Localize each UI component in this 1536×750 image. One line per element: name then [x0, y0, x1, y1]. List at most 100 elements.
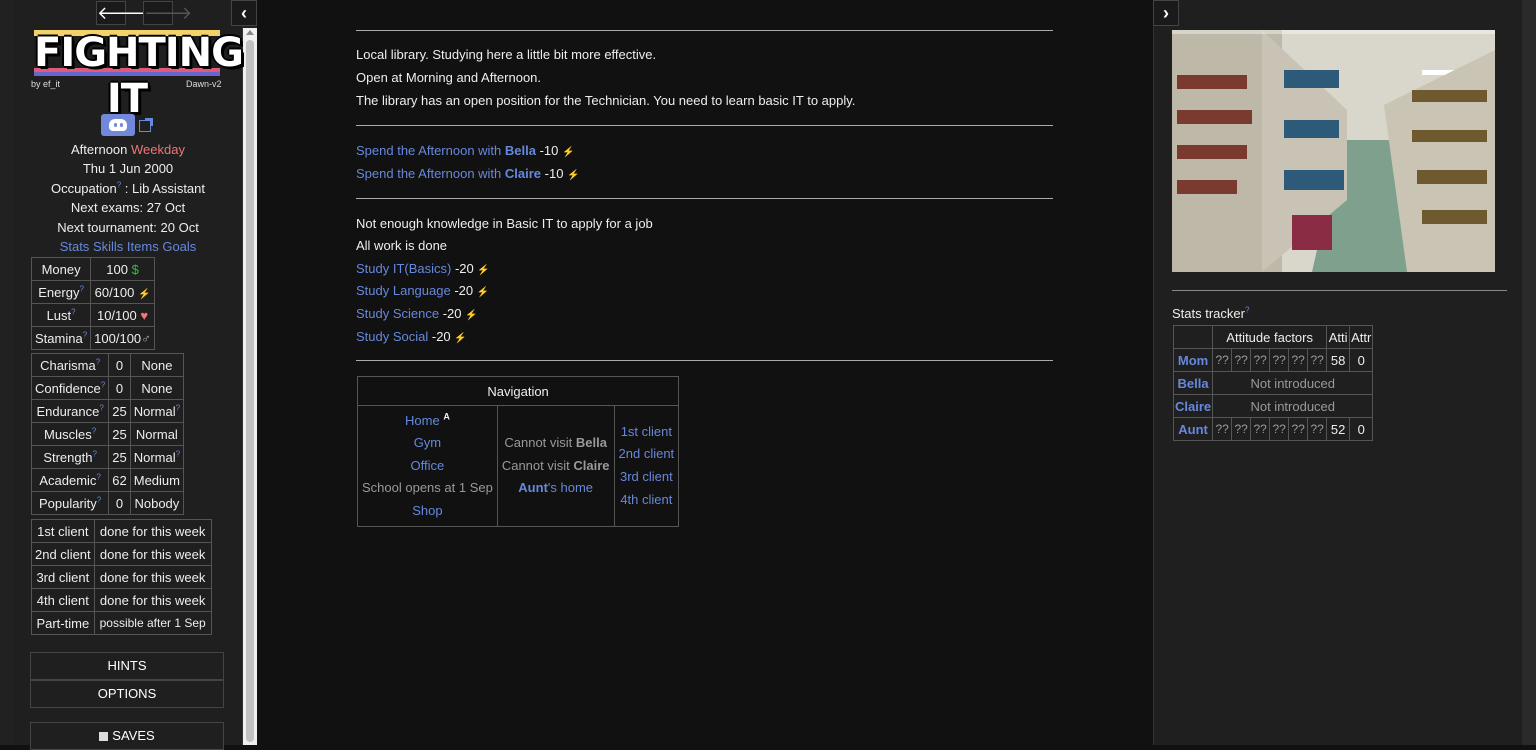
stat-muscles: Muscles? 25 Normal: [30, 422, 185, 446]
help-link[interactable]: ?: [92, 426, 96, 435]
next-tournament: Next tournament: 20 Oct: [57, 220, 199, 235]
current-date: Thu 1 Jun 2000: [82, 161, 174, 176]
resource-energy: Energy? 60/100 ⚡: [30, 280, 155, 304]
claire-link[interactable]: Claire: [1175, 399, 1211, 414]
help-link[interactable]: ?: [99, 403, 103, 412]
discord-button[interactable]: [101, 114, 135, 136]
tab-skills[interactable]: Skills: [93, 239, 123, 254]
help-link[interactable]: ?: [71, 307, 75, 316]
help-link[interactable]: ?: [101, 380, 105, 389]
page-scrollbar[interactable]: [1522, 0, 1536, 745]
nav-office-link[interactable]: Office: [411, 458, 445, 473]
scrollbar-thumb[interactable]: [246, 40, 254, 742]
help-link[interactable]: ?: [92, 449, 96, 458]
study-language-link[interactable]: Study Language: [356, 283, 451, 298]
author-byline: by ef_it: [31, 79, 61, 89]
logo-text: FIGHTING IT: [34, 30, 244, 122]
parttime-row: Part-time possible after 1 Sep: [31, 611, 212, 635]
hints-button[interactable]: HINTS: [30, 652, 224, 680]
scroll-up-arrow-icon[interactable]: [246, 30, 254, 35]
tracker-row-bella: Bella Not introduced: [1172, 371, 1374, 395]
sidebar-collapse-button[interactable]: ‹: [231, 0, 257, 26]
nav-shop-link[interactable]: Shop: [412, 503, 442, 518]
chevron-right-icon: ›: [1163, 3, 1169, 23]
energy-icon: ⚡: [454, 333, 467, 344]
history-forward-button[interactable]: 🡒: [143, 1, 192, 25]
help-link[interactable]: ?: [176, 403, 180, 412]
tab-goals[interactable]: Goals: [162, 239, 196, 254]
energy-icon: ⚡: [562, 147, 575, 158]
study-social-row: Study Social -20 ⚡: [356, 329, 467, 344]
discord-icon: [109, 119, 127, 131]
nav-client-2-link[interactable]: 2nd client: [619, 446, 675, 461]
job-notice: The library has an open position for the…: [356, 93, 856, 108]
divider: [356, 30, 1053, 31]
nav-gym-link[interactable]: Gym: [414, 435, 441, 450]
navigation-title: Navigation: [356, 376, 680, 406]
client-row: 2nd client done for this week: [31, 542, 212, 566]
game-logo: FIGHTING IT: [34, 30, 244, 122]
help-link[interactable]: ?: [97, 495, 101, 504]
saves-button[interactable]: SAVES: [30, 722, 224, 750]
tab-stats[interactable]: Stats: [60, 239, 90, 254]
study-science-link[interactable]: Study Science: [356, 306, 439, 321]
bella-link[interactable]: Bella: [1178, 376, 1209, 391]
client-row: 3rd client done for this week: [31, 565, 212, 589]
client-row: 1st client done for this week: [31, 519, 212, 543]
study-it-row: Study IT(Basics) -20 ⚡: [356, 261, 490, 276]
study-it-link[interactable]: Study IT(Basics): [356, 261, 451, 276]
next-exams: Next exams: 27 Oct: [70, 200, 186, 215]
tab-items[interactable]: Items: [127, 239, 159, 254]
help-link[interactable]: ?: [96, 357, 100, 366]
navigation-table: Navigation Home A Gym Office School open…: [356, 376, 680, 527]
stat-charisma: Charisma? 0 None: [30, 353, 185, 377]
location-image: [1172, 30, 1495, 272]
history-back-button[interactable]: 🡐: [96, 1, 145, 25]
day-type: Weekday: [131, 142, 185, 157]
energy-icon: ⚡: [477, 265, 490, 276]
spend-with-bella-link[interactable]: Spend the Afternoon with Bella: [356, 143, 536, 158]
occupation: Occupation? : Lib Assistant: [50, 180, 206, 196]
help-link[interactable]: ?: [79, 284, 83, 293]
stat-strength: Strength? 25 Normal?: [30, 445, 185, 469]
nav-people: Cannot visit Bella Cannot visit Claire A…: [496, 405, 615, 527]
game-version: Dawn-v2: [186, 79, 222, 89]
nav-home-link[interactable]: Home: [405, 413, 440, 428]
job-requirement-notice: Not enough knowledge in Basic IT to appl…: [356, 216, 653, 231]
stats-tracker-title: Stats tracker?: [1172, 305, 1250, 321]
study-language-row: Study Language -20 ⚡: [356, 283, 490, 298]
floppy-disk-icon: [99, 732, 109, 741]
external-link-icon[interactable]: [139, 118, 153, 132]
nav-client-4-link[interactable]: 4th client: [620, 492, 672, 507]
opening-hours: Open at Morning and Afternoon.: [356, 70, 542, 85]
time-of-day: Afternoon Weekday: [71, 142, 185, 157]
client-row: 4th client done for this week: [31, 588, 212, 612]
nav-client-1-link[interactable]: 1st client: [621, 424, 672, 439]
study-social-link[interactable]: Study Social: [356, 329, 428, 344]
help-link[interactable]: ?: [1245, 306, 1249, 315]
tracker-header-row: Attitude factors Atti Attr: [1172, 325, 1374, 349]
aunt-link[interactable]: Aunt: [1178, 422, 1208, 437]
mom-link[interactable]: Mom: [1178, 353, 1208, 368]
help-link[interactable]: ?: [83, 330, 87, 339]
spend-with-claire-link[interactable]: Spend the Afternoon with Claire: [356, 166, 541, 181]
tracker-row-aunt: Aunt ???????????? 52 0: [1172, 417, 1374, 441]
help-link[interactable]: ?: [176, 449, 180, 458]
resources-table: Money 100 $ Energy? 60/100 ⚡ Lust? 10/100 ♥…: [30, 257, 155, 350]
right-sidebar-toggle-button[interactable]: ›: [1153, 0, 1179, 26]
main-passage: [257, 0, 1153, 745]
nav-aunt-home-link[interactable]: Aunt's home: [518, 480, 593, 495]
energy-icon: ⚡: [476, 287, 490, 298]
cannot-visit-bella: Cannot visit Bella: [504, 435, 607, 451]
nav-client-3-link[interactable]: 3rd client: [620, 469, 673, 484]
clients-table: 1st client done for this week 2nd client d…: [31, 519, 212, 635]
energy-icon: ⚡: [465, 310, 478, 321]
sidebar-scrollbar[interactable]: [243, 28, 257, 745]
energy-icon: ⚡: [567, 170, 580, 181]
help-link[interactable]: ?: [96, 472, 100, 481]
heart-icon: ♥: [140, 307, 149, 323]
options-button[interactable]: OPTIONS: [30, 680, 224, 708]
stat-academic: Academic? 62 Medium: [30, 468, 185, 492]
study-science-row: Study Science -20 ⚡: [356, 306, 478, 321]
divider: [356, 360, 1053, 361]
